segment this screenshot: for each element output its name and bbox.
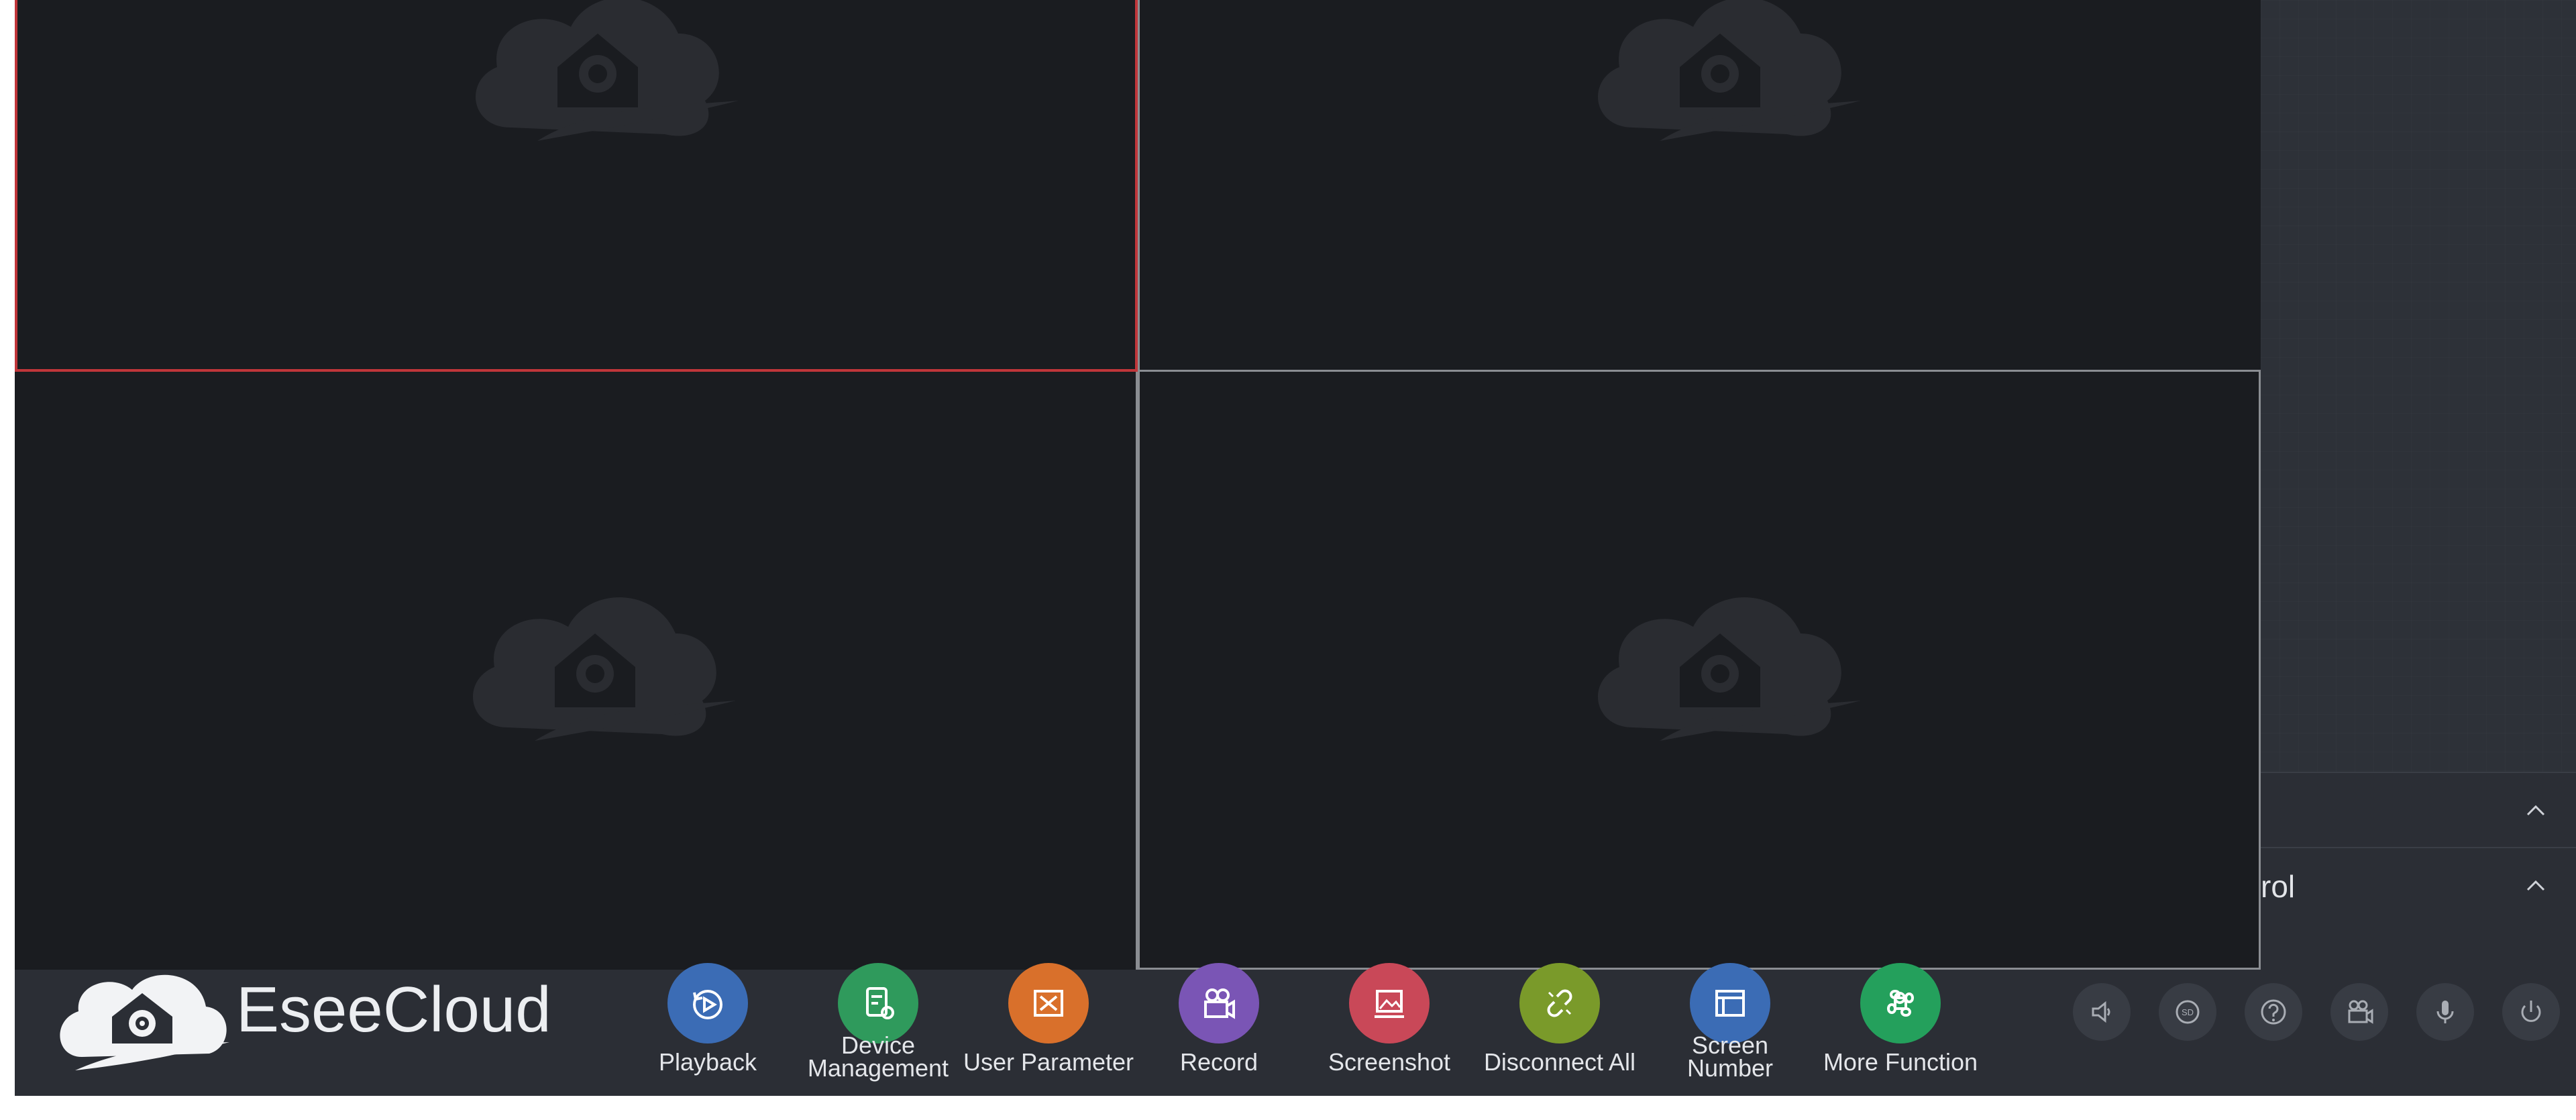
video-cell-4[interactable] bbox=[1138, 372, 2261, 970]
device-management-label: Device Management bbox=[807, 1031, 949, 1082]
video-grid bbox=[15, 0, 2261, 970]
screen-number-button[interactable]: Screen Number bbox=[1645, 963, 1815, 1096]
user-parameter-icon bbox=[1008, 963, 1089, 1043]
screenshot-button[interactable]: Screenshot bbox=[1304, 963, 1474, 1096]
screenshot-label: Screenshot bbox=[1328, 1048, 1451, 1076]
record-icon bbox=[1179, 963, 1259, 1043]
sd-button[interactable]: SD bbox=[2159, 983, 2216, 1041]
record-button[interactable]: Record bbox=[1134, 963, 1304, 1096]
more-function-label: More Function bbox=[1823, 1048, 1978, 1076]
disconnect-all-label: Disconnect All bbox=[1483, 1048, 1636, 1076]
volume-button[interactable] bbox=[2073, 983, 2131, 1041]
video-cell-3[interactable] bbox=[15, 372, 1138, 970]
user-parameter-button[interactable]: User Parameter bbox=[963, 963, 1134, 1096]
cloud-camera-watermark-icon bbox=[1597, 597, 1861, 741]
chevron-up-icon[interactable] bbox=[2522, 797, 2549, 824]
video-cell-1[interactable] bbox=[15, 0, 1138, 372]
video-record-button[interactable] bbox=[2330, 983, 2388, 1041]
more-function-icon bbox=[1860, 963, 1941, 1043]
help-icon bbox=[2261, 999, 2286, 1025]
chevron-up-icon[interactable] bbox=[2522, 872, 2549, 899]
help-button[interactable] bbox=[2245, 983, 2302, 1041]
side-panel-bottom bbox=[2261, 922, 2576, 970]
sd-icon: SD bbox=[2176, 1000, 2200, 1024]
eseecloud-app: rol EseeCloud Playback Device Management… bbox=[0, 0, 2576, 1120]
sd-text: SD bbox=[2182, 1007, 2194, 1017]
more-function-button[interactable]: More Function bbox=[1815, 963, 1986, 1096]
power-icon bbox=[2521, 1001, 2541, 1022]
user-parameter-label: User Parameter bbox=[963, 1048, 1134, 1076]
disconnect-all-button[interactable]: Disconnect All bbox=[1474, 963, 1645, 1096]
playback-button[interactable]: Playback bbox=[623, 963, 793, 1096]
playback-label: Playback bbox=[658, 1048, 757, 1076]
brand-name: EseeCloud bbox=[236, 974, 551, 1046]
cloud-camera-watermark-icon bbox=[472, 597, 736, 741]
record-label: Record bbox=[1179, 1048, 1258, 1076]
disconnect-icon bbox=[1519, 963, 1600, 1043]
video-cell-2[interactable] bbox=[1138, 0, 2261, 372]
eseecloud-logo-icon bbox=[60, 974, 229, 1070]
side-panel-section-2[interactable]: rol bbox=[2261, 847, 2576, 922]
volume-icon bbox=[2092, 1001, 2110, 1023]
power-button[interactable] bbox=[2502, 983, 2560, 1041]
microphone-button[interactable] bbox=[2416, 983, 2474, 1041]
screen-number-label: Screen Number bbox=[1686, 1031, 1774, 1082]
window-bottom-edge bbox=[0, 1096, 2576, 1120]
screenshot-icon bbox=[1349, 963, 1430, 1043]
bottom-toolbar: EseeCloud Playback Device Management Use… bbox=[15, 963, 2576, 1096]
side-panel-section-2-label: rol bbox=[2261, 869, 2296, 904]
cloud-camera-watermark-icon bbox=[475, 0, 739, 141]
side-panel-section-1[interactable] bbox=[2261, 772, 2576, 847]
microphone-icon bbox=[2436, 1001, 2454, 1023]
playback-icon bbox=[667, 963, 748, 1043]
video-record-icon bbox=[2348, 1000, 2373, 1024]
device-management-button[interactable]: Device Management bbox=[793, 963, 963, 1096]
cloud-camera-watermark-icon bbox=[1597, 0, 1861, 141]
